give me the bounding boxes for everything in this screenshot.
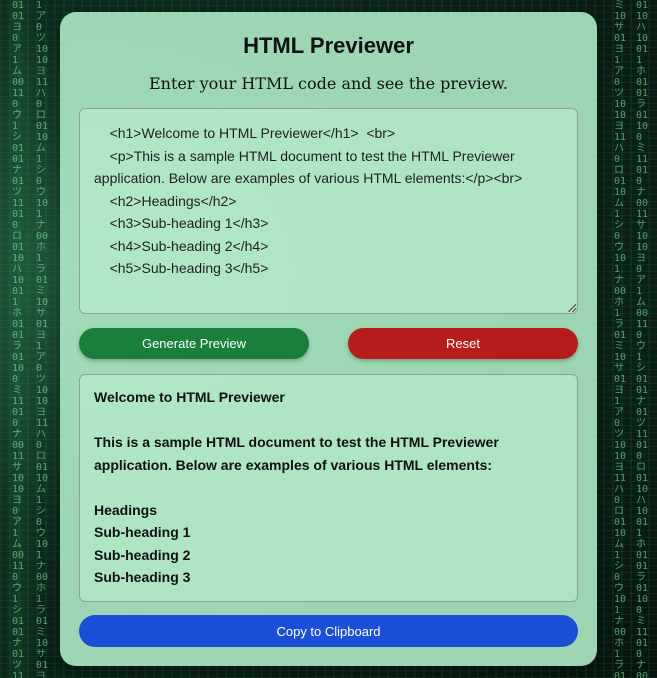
matrix-code-column: 0110ハ10011ホ0101ラ01100ミ11010ナ0011サ1010ヨ0ア… [636, 0, 649, 678]
reset-button[interactable]: Reset [348, 328, 578, 359]
matrix-code-column: 1ア0ツ1010ヨ11ハ0ロ0110ム1シ0ウ101ナ00ホ1ラ01ミ10サ01… [36, 0, 49, 678]
app-title: HTML Previewer [243, 33, 414, 58]
preview-heading: Welcome to HTML Previewer [94, 389, 285, 405]
previewer-card: HTML Previewer Enter your HTML code and … [60, 12, 597, 666]
preview-item: Sub-heading 1 [94, 524, 191, 540]
preview-item: Sub-heading 3 [94, 569, 191, 585]
preview-item: Sub-heading 2 [94, 546, 191, 563]
matrix-code-column: ミ10サ01ヨ1ア0ツ1010ヨ11ハ0ロ0110ム1シ0ウ101ナ00ホ1ラ0… [614, 0, 627, 678]
copy-to-clipboard-button[interactable]: Copy to Clipboard [79, 615, 578, 647]
preview-line-break [94, 476, 563, 499]
html-code-input[interactable]: <h1>Welcome to HTML Previewer</h1> <br> … [79, 108, 578, 314]
preview-paragraph: This is a sample HTML document to test t… [94, 434, 499, 473]
resize-grip-icon[interactable] [568, 304, 576, 312]
preview-output: Welcome to HTML Previewer This is a samp… [79, 374, 578, 602]
generate-preview-button[interactable]: Generate Preview [79, 328, 309, 359]
app-subtitle: Enter your HTML code and see the preview… [149, 74, 508, 93]
preview-item: Headings [94, 501, 158, 518]
matrix-code-column: 0101ヨ0ア1ム00110ウ1シ0101ナ01ツ11010ロ0110ハ1001… [12, 0, 25, 678]
preview-line-break [94, 409, 563, 432]
